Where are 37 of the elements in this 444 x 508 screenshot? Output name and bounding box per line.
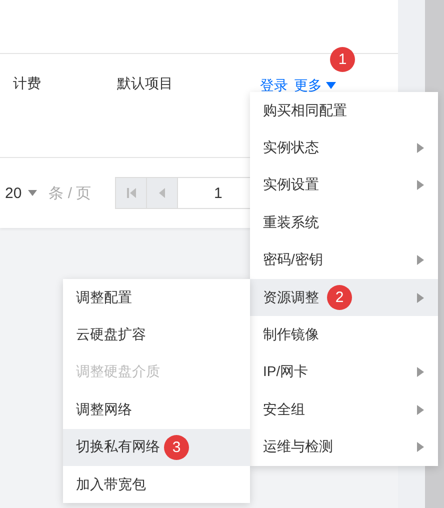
menu-item[interactable]: 实例设置 (250, 166, 438, 204)
menu-item[interactable]: 重装系统 (250, 204, 438, 242)
menu-item[interactable]: 运维与检测 (250, 428, 438, 466)
caret-icon (28, 190, 37, 196)
page-size-select[interactable]: 20 (5, 184, 22, 202)
table-cell-text: 计费 (13, 74, 42, 92)
first-page-icon (126, 188, 136, 198)
submenu-arrow-icon (417, 292, 424, 303)
menu-item[interactable]: 密码/密钥 (250, 242, 438, 279)
submenu-arrow-icon (417, 255, 424, 266)
submenu-arrow-icon (417, 367, 424, 378)
page-size-unit: 条 / 页 (48, 184, 92, 202)
menu-item[interactable]: IP/网卡 (250, 354, 438, 392)
menu-item[interactable]: 云硬盘扩容 (63, 316, 250, 354)
menu-item[interactable]: 实例状态 (250, 129, 438, 167)
menu-item[interactable]: 资源调整 2 (250, 278, 438, 316)
first-page-button[interactable] (116, 178, 148, 208)
submenu-arrow-icon (417, 143, 424, 154)
step-badge: 3 (164, 434, 189, 460)
caret-icon (326, 82, 336, 88)
submenu-arrow-icon (417, 442, 424, 452)
more-dropdown-link[interactable]: 更多 (294, 76, 336, 94)
step-badge: 1 (330, 47, 355, 72)
prev-page-button[interactable] (147, 178, 178, 208)
prev-page-icon (159, 188, 166, 198)
menu-item[interactable]: 安全组 (250, 391, 438, 429)
menu-item[interactable]: 购买相同配置 (250, 92, 438, 130)
menu-item[interactable]: 调整网络 (63, 391, 250, 429)
step-badge: 2 (327, 285, 352, 310)
login-link[interactable]: 登录 (260, 76, 288, 94)
submenu-arrow-icon (417, 180, 424, 190)
menu-item[interactable]: 调整配置 (63, 279, 250, 316)
menu-item[interactable]: 切换私有网络 3 (63, 428, 250, 466)
table-cell: 默认项目 (117, 74, 173, 92)
menu-item[interactable]: 制作镜像 (250, 316, 438, 354)
submenu-arrow-icon (417, 404, 424, 415)
menu-item[interactable]: 加入带宽包 (63, 466, 250, 504)
